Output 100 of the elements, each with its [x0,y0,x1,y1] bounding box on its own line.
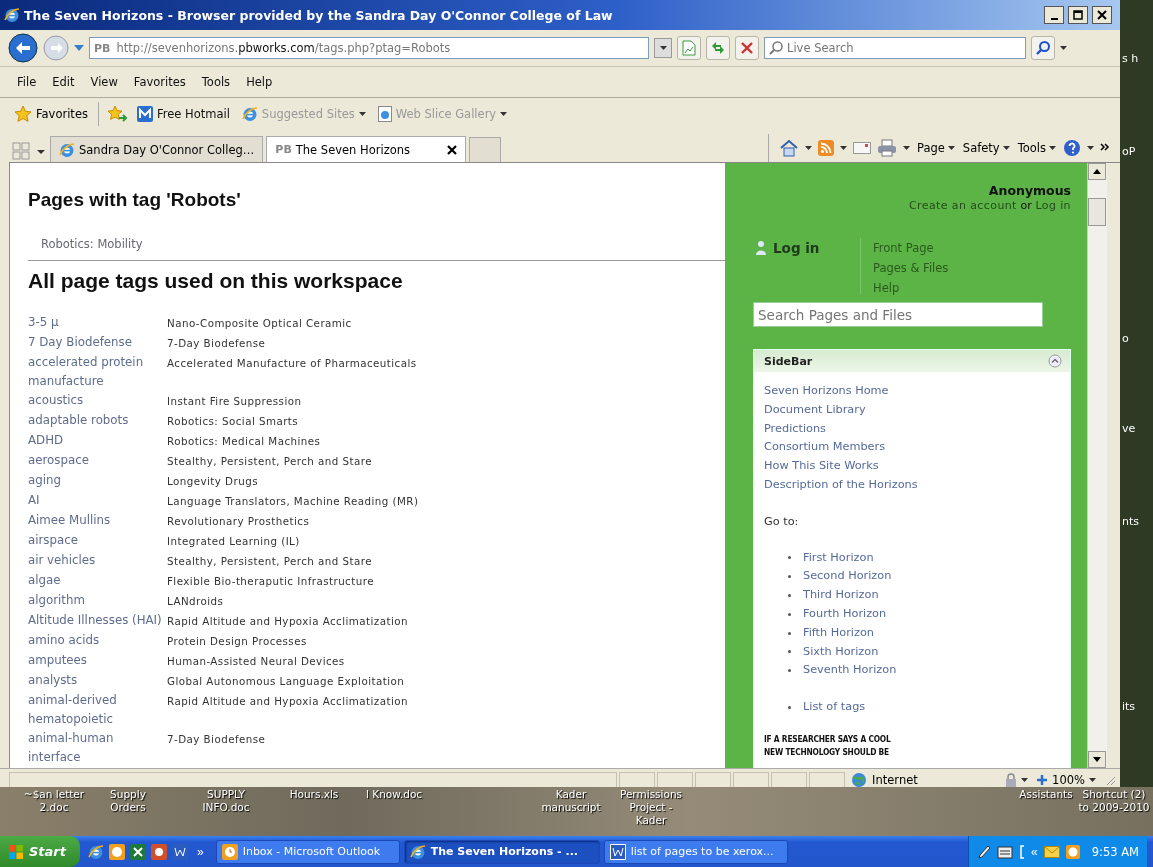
nav-link[interactable]: Front Page [873,238,949,258]
desktop-icon-label[interactable]: o [1122,332,1129,345]
back-button[interactable] [8,33,38,63]
command-button[interactable]: Tools [1016,140,1057,156]
stop-button[interactable] [735,36,759,60]
tag-link[interactable]: aging [28,471,167,491]
sidebar-link[interactable]: Description of the Horizons [764,476,918,495]
caret-icon[interactable] [1060,46,1067,50]
page-link[interactable]: Stealthy, Persistent, Perch and Stare [167,551,725,571]
taskbar-button[interactable]: Inbox - Microsoft Outlook [215,839,400,864]
tag-link[interactable]: algorithm [28,591,167,611]
page-link[interactable]: Nano-Composite Optical Ceramic [167,313,725,333]
page-link[interactable]: Robotics: Social Smarts [167,411,725,431]
forward-button[interactable] [43,35,69,61]
address-field[interactable]: PB http://sevenhorizons.pbworks.com/tags.php?ptag=Robots [89,37,649,59]
chevron-icon[interactable] [1100,143,1110,153]
tag-link[interactable]: amino acids [28,631,167,651]
tagged-page-link[interactable]: Robotics: Mobility [41,237,143,251]
login-button[interactable]: Log in [753,238,861,294]
page-link[interactable]: 7-Day Biodefense [167,333,725,353]
sidebar-link[interactable]: Predictions [764,419,826,439]
nav-link[interactable]: Help [873,278,949,298]
tag-link[interactable]: adaptable robots [28,411,167,431]
browser-tab[interactable]: Sandra Day O'Connor Colleg… [50,136,264,162]
tag-link[interactable]: Altitude Illnesses (HAI) [28,611,167,631]
bracket-icon[interactable] [1019,843,1026,860]
caret-icon[interactable] [1021,778,1029,782]
page-link[interactable]: LANdroids [167,591,725,611]
create-account-link[interactable]: Create an account [908,199,1017,212]
tag-link[interactable]: AI [28,491,167,511]
page-link[interactable]: Stealthy, Persistent, Perch and Stare [167,451,725,471]
zoom-button[interactable]: 100% [1030,773,1102,787]
tag-link[interactable]: aerospace [28,451,167,471]
desktop-icon-label[interactable]: its [1122,700,1136,713]
caret-icon[interactable] [903,146,910,150]
refresh-button[interactable] [706,36,730,60]
horizon-link[interactable]: Second Horizon [803,567,892,587]
desktop-icon-label[interactable]: Permissions Project - Kader [615,788,687,827]
nav-link[interactable]: Pages & Files [873,258,949,278]
scroll-thumb[interactable] [1088,198,1106,226]
spreadsheet-icon[interactable] [130,843,146,860]
sidebar-link[interactable]: Seven Horizons Home [764,382,889,401]
horizon-link[interactable]: Third Horizon [803,586,879,605]
home-icon[interactable] [779,138,799,158]
search-button[interactable] [1031,36,1055,60]
tag-link[interactable]: air vehicles [28,551,167,571]
page-link[interactable]: 7-Day Biodefense [167,729,725,767]
tag-link[interactable]: 7 Day Biodefense [28,333,167,353]
sidebar-link[interactable]: How This Site Works [764,457,879,476]
scroll-down-button[interactable] [1088,751,1106,768]
favorites-link[interactable]: Free Hotmail [134,104,232,124]
page-link[interactable]: Language Translators, Machine Reading (MR) [167,491,725,511]
tag-link[interactable]: algae [28,571,167,591]
sidebar-link[interactable]: Consortium Members [764,438,886,458]
taskbar-button[interactable]: list of pages to be xerox... [603,839,788,864]
tag-link[interactable]: Aimee Mullins [28,511,167,531]
horizon-link[interactable]: Fifth Horizon [803,623,874,643]
tag-link[interactable]: 3-5 µ [28,313,167,333]
page-link[interactable]: Accelerated Manufacture of Pharmaceuticals [167,353,725,391]
page-link[interactable]: Global Autonomous Language Exploitation [167,671,725,691]
page-link[interactable]: Integrated Learning (IL) [167,531,725,551]
close-button[interactable] [1092,6,1112,24]
browser-tab[interactable]: PB The Seven Horizons [266,136,467,162]
search-field[interactable]: Search Pages and Files [753,302,1043,327]
desktop-icon-label[interactable]: SUPPLY INFO.doc [190,788,262,814]
horizon-link[interactable]: Seventh Horizon [803,661,897,681]
page-link[interactable]: Protein Design Processes [167,631,725,651]
history-caret-icon[interactable] [74,45,84,51]
menu-item[interactable]: View [83,72,125,92]
caret-icon[interactable] [1087,146,1094,150]
page-link[interactable]: Instant Fire Suppression [167,391,725,411]
desktop-icon-label[interactable]: oP [1122,145,1136,158]
page-link[interactable]: Human-Assisted Neural Devices [167,651,725,671]
tag-link[interactable]: acoustics [28,391,167,411]
printer-icon[interactable] [877,139,897,157]
horizon-link[interactable]: Sixth Horizon [803,642,879,662]
desktop-icon-label[interactable]: nts [1122,515,1139,528]
menu-item[interactable]: Favorites [126,72,193,92]
scrollbar[interactable] [1087,163,1107,768]
quick-launch-more-button[interactable]: » [193,844,208,859]
horizon-link[interactable]: Fourth Horizon [803,604,887,624]
page-link[interactable]: Rapid Altitude and Hypoxia Acclimatization [167,611,725,631]
desktop-icon-label[interactable]: Supply Orders [92,788,164,814]
menu-item[interactable]: Tools [194,72,238,92]
desktop-icon-label[interactable]: ~$an letter 2.doc [18,788,90,814]
keyboard-icon[interactable] [997,843,1014,860]
sidebar-link[interactable]: Document Library [764,400,866,420]
login-link[interactable]: Log in [1035,199,1071,212]
collapse-icon[interactable] [1048,354,1062,368]
help-icon[interactable] [1063,139,1081,157]
tag-link[interactable]: airspace [28,531,167,551]
desktop-icon-label[interactable]: s h [1122,52,1139,65]
tags-link[interactable]: List of tags [803,698,866,717]
page-link[interactable]: Longevity Drugs [167,471,725,491]
show-hidden-icons-button[interactable]: « [1031,844,1038,859]
mail-icon[interactable] [853,141,871,155]
desktop-icon-label[interactable]: I Know.doc [358,788,430,801]
scroll-up-button[interactable] [1088,163,1106,180]
command-button[interactable]: Page [916,140,956,156]
menu-item[interactable]: Help [239,72,280,92]
